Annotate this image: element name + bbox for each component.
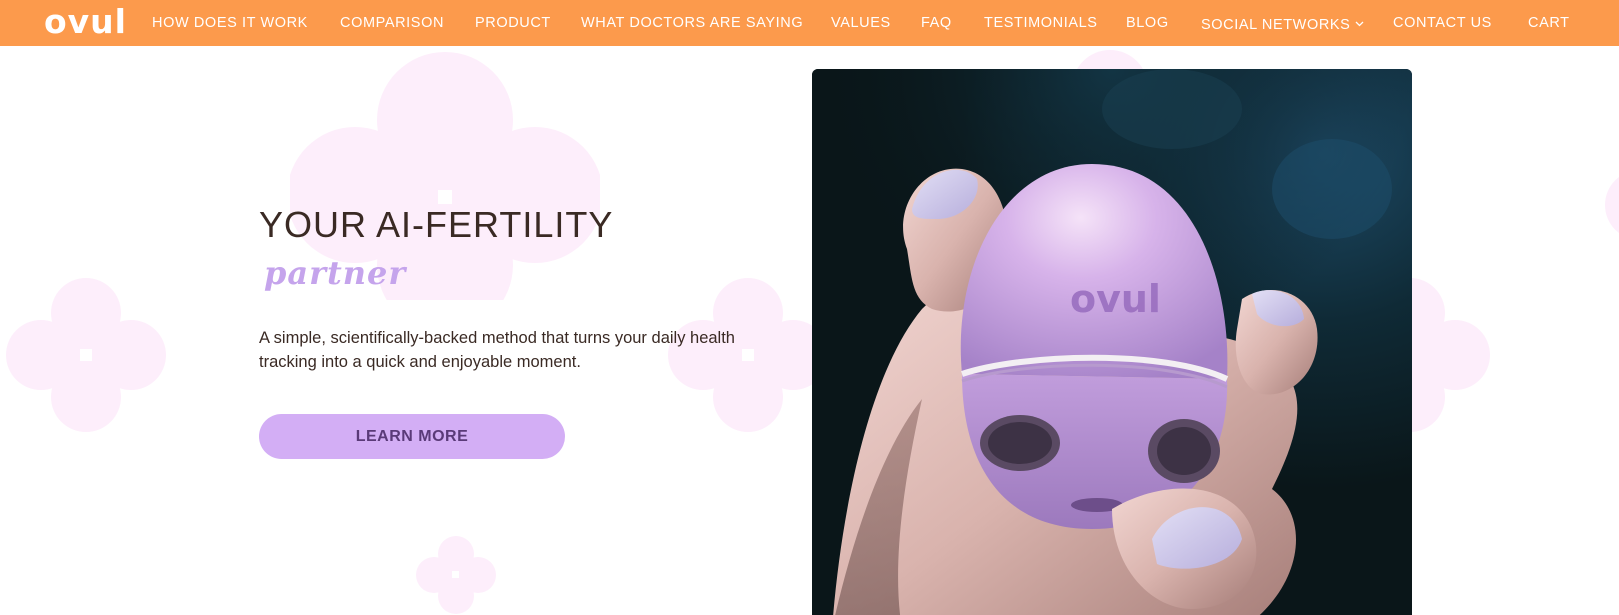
nav-link-contact-us[interactable]: CONTACT US: [1393, 14, 1492, 32]
nav-link-product[interactable]: PRODUCT: [475, 14, 551, 32]
nav-link-what-doctors-are-saying[interactable]: WHAT DOCTORS ARE SAYING: [581, 14, 803, 32]
nav-link-comparison[interactable]: COMPARISON: [340, 14, 444, 32]
nav-link-cart[interactable]: CART: [1528, 14, 1570, 32]
nav-link-how-does-it-work[interactable]: HOW DOES IT WORK: [152, 14, 308, 32]
top-navigation-bar: ovul HOW DOES IT WORK COMPARISON PRODUCT…: [0, 0, 1619, 46]
hero-description: A simple, scientifically-backed method t…: [259, 329, 735, 371]
nav-link-blog[interactable]: BLOG: [1126, 14, 1169, 32]
nav-dropdown-social-networks[interactable]: SOCIAL NETWORKS: [1201, 14, 1364, 34]
page: ovul HOW DOES IT WORK COMPARISON PRODUCT…: [0, 0, 1619, 615]
ovul-logo[interactable]: ovul: [44, 2, 127, 42]
flower-decoration-icon: [6, 278, 166, 432]
nav-link-testimonials[interactable]: TESTIMONIALS: [984, 14, 1098, 32]
hero-accent-text: partner: [264, 254, 407, 292]
device-logo-text: ovul: [1070, 277, 1161, 321]
nav-dropdown-label: SOCIAL NETWORKS: [1201, 17, 1351, 33]
learn-more-button[interactable]: LEARN MORE: [259, 414, 565, 459]
flower-decoration-icon: [1605, 160, 1619, 250]
flower-decoration-icon: [416, 536, 496, 614]
chevron-down-icon: [1355, 14, 1364, 32]
product-photo: ovul: [812, 69, 1412, 615]
hero-title: YOUR AI-FERTILITY: [259, 204, 614, 245]
nav-link-values[interactable]: VALUES: [831, 14, 891, 32]
nav-link-faq[interactable]: FAQ: [921, 14, 952, 32]
